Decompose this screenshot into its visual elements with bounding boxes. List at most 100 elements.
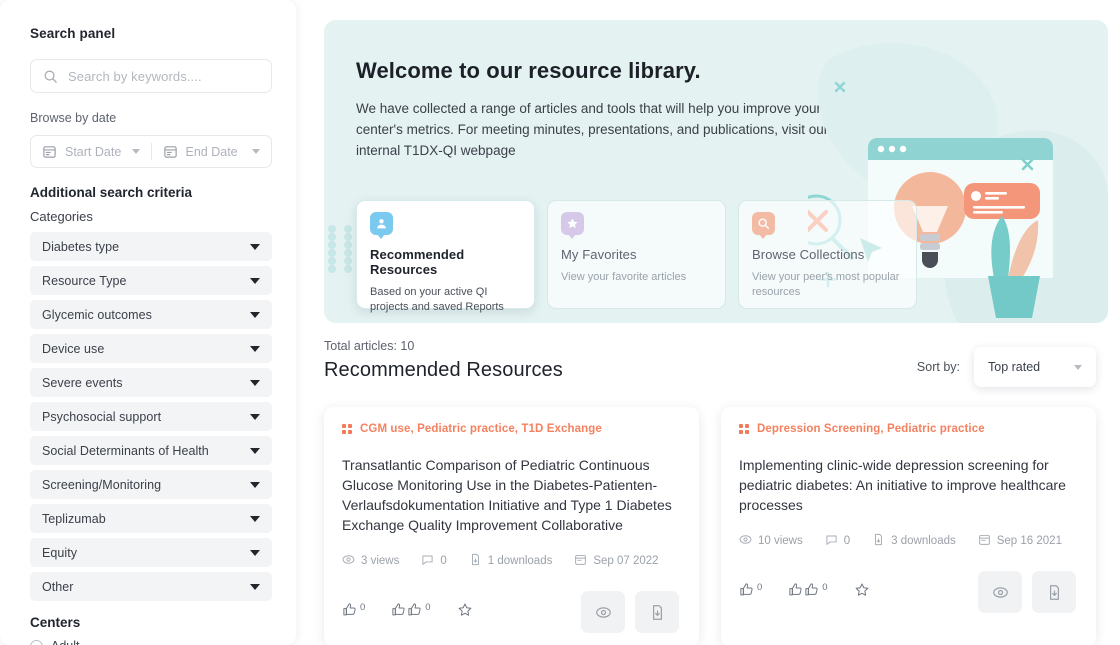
app-root: Search panel Search by keywords.... Brow… bbox=[0, 0, 1120, 645]
date-range-picker: Start Date End Date bbox=[30, 135, 272, 168]
chevron-down-icon bbox=[250, 549, 260, 556]
chevron-down-icon bbox=[250, 481, 260, 488]
article-card[interactable]: CGM use, Pediatric practice, T1D Exchang… bbox=[324, 407, 699, 645]
center-option-label: Adult bbox=[51, 639, 80, 645]
categories-label: Categories bbox=[30, 209, 93, 224]
calendar-icon bbox=[42, 144, 57, 159]
endorse-count: 0 bbox=[822, 582, 828, 593]
views-count: 3 views bbox=[361, 555, 400, 567]
category-item[interactable]: Screening/Monitoring bbox=[30, 470, 272, 499]
article-tags[interactable]: CGM use, Pediatric practice, T1D Exchang… bbox=[342, 423, 679, 435]
decorative-dot bbox=[328, 241, 336, 249]
category-item[interactable]: Device use bbox=[30, 334, 272, 363]
sort-select[interactable]: Top rated bbox=[974, 347, 1096, 387]
category-item[interactable]: Severe events bbox=[30, 368, 272, 397]
download-button[interactable] bbox=[1032, 571, 1076, 613]
comment-icon bbox=[421, 553, 434, 569]
article-date: Sep 16 2021 bbox=[996, 535, 1062, 547]
article-grid: CGM use, Pediatric practice, T1D Exchang… bbox=[324, 407, 1108, 645]
downloads-count: 1 downloads bbox=[487, 555, 553, 567]
category-item[interactable]: Equity bbox=[30, 538, 272, 567]
endorse-button[interactable]: 0 bbox=[788, 582, 828, 602]
article-tags[interactable]: Depression Screening, Pediatric practice bbox=[739, 423, 1076, 435]
category-item[interactable]: Other bbox=[30, 572, 272, 601]
chevron-down-icon bbox=[250, 311, 260, 318]
favorite-star-button[interactable] bbox=[854, 582, 870, 603]
category-item[interactable]: Glycemic outcomes bbox=[30, 300, 272, 329]
search-panel-title: Search panel bbox=[30, 26, 116, 41]
decorative-dot bbox=[344, 257, 352, 265]
star-badge-icon bbox=[561, 212, 584, 239]
decorative-dot bbox=[344, 265, 352, 273]
category-item[interactable]: Social Determinants of Health bbox=[30, 436, 272, 465]
category-item[interactable]: Resource Type bbox=[30, 266, 272, 295]
category-label: Severe events bbox=[42, 375, 123, 390]
feature-card-subtitle: View your favorite articles bbox=[561, 271, 687, 283]
decorative-dot bbox=[328, 265, 336, 273]
downloads-meta: 3 downloads bbox=[872, 533, 956, 549]
category-label: Other bbox=[42, 579, 74, 594]
article-title[interactable]: Implementing clinic-wide depression scre… bbox=[739, 455, 1076, 515]
decorative-dot bbox=[328, 249, 336, 257]
feature-card-3[interactable]: Browse Collections View your peer's most … bbox=[738, 200, 917, 309]
categories-list: Diabetes type Resource Type Glycemic outco… bbox=[30, 232, 272, 601]
article-card[interactable]: Depression Screening, Pediatric practice… bbox=[721, 407, 1096, 645]
like-count: 0 bbox=[360, 602, 366, 613]
chevron-down-icon bbox=[250, 583, 260, 590]
end-date-picker[interactable]: End Date bbox=[152, 136, 272, 167]
decorative-dot bbox=[328, 225, 336, 233]
category-label: Glycemic outcomes bbox=[42, 307, 152, 322]
article-tag-text: CGM use, Pediatric practice, T1D Exchang… bbox=[360, 423, 602, 435]
decorative-dot bbox=[328, 233, 336, 241]
feature-card-list: Recommended Resources Based on your activ… bbox=[356, 200, 917, 313]
category-item[interactable]: Diabetes type bbox=[30, 232, 272, 261]
feature-card-1[interactable]: Recommended Resources Based on your activ… bbox=[356, 200, 535, 313]
category-label: Social Determinants of Health bbox=[42, 443, 209, 458]
thumbs-up-icon bbox=[342, 602, 357, 622]
decorative-dot bbox=[344, 225, 352, 233]
grid-dots-icon bbox=[342, 424, 352, 434]
category-label: Psychosocial support bbox=[42, 409, 162, 424]
comments-count: 0 bbox=[440, 555, 447, 567]
decorative-dot bbox=[344, 241, 352, 249]
views-meta: 10 views bbox=[739, 533, 803, 549]
chevron-down-icon bbox=[250, 447, 260, 454]
thumbs-up-icon bbox=[407, 602, 422, 622]
comment-icon bbox=[825, 533, 838, 549]
comments-count: 0 bbox=[843, 535, 851, 547]
decorative-dot bbox=[344, 249, 352, 257]
category-label: Diabetes type bbox=[42, 239, 120, 254]
start-date-picker[interactable]: Start Date bbox=[31, 136, 151, 167]
feature-card-2[interactable]: My Favorites View your favorite articles bbox=[547, 200, 726, 309]
centers-title: Centers bbox=[30, 615, 81, 630]
calendar-icon bbox=[163, 144, 178, 159]
favorite-star-button[interactable] bbox=[457, 602, 473, 623]
chevron-down-icon bbox=[252, 149, 260, 154]
download-button[interactable] bbox=[635, 591, 679, 633]
downloads-meta: 1 downloads bbox=[469, 553, 553, 569]
search-input[interactable]: Search by keywords.... bbox=[30, 59, 272, 93]
sort-value: Top rated bbox=[988, 360, 1041, 374]
views-meta: 3 views bbox=[342, 553, 399, 569]
like-button[interactable]: 0 bbox=[342, 602, 365, 622]
decorative-dot bbox=[344, 233, 352, 241]
article-tag-text: Depression Screening, Pediatric practice bbox=[757, 423, 985, 435]
thumbs-up-icon bbox=[391, 602, 406, 622]
article-date: Sep 07 2022 bbox=[593, 555, 659, 567]
category-item[interactable]: Psychosocial support bbox=[30, 402, 272, 431]
comments-meta: 0 bbox=[421, 553, 447, 569]
endorse-button[interactable]: 0 bbox=[391, 602, 431, 622]
chevron-down-icon bbox=[250, 277, 260, 284]
search-panel-sidebar: Search panel Search by keywords.... Brow… bbox=[0, 0, 296, 645]
center-option-adult[interactable]: Adult bbox=[30, 639, 272, 645]
chevron-down-icon bbox=[250, 345, 260, 352]
category-item[interactable]: Teplizumab bbox=[30, 504, 272, 533]
feature-card-title: Recommended Resources bbox=[370, 247, 465, 277]
sort-label: Sort by: bbox=[916, 360, 960, 374]
preview-button[interactable] bbox=[978, 571, 1022, 613]
article-title[interactable]: Transatlantic Comparison of Pediatric Co… bbox=[342, 455, 679, 535]
article-actions: 00 bbox=[342, 591, 679, 633]
like-button[interactable]: 0 bbox=[739, 582, 762, 602]
category-label: Equity bbox=[42, 545, 78, 560]
preview-button[interactable] bbox=[581, 591, 625, 633]
